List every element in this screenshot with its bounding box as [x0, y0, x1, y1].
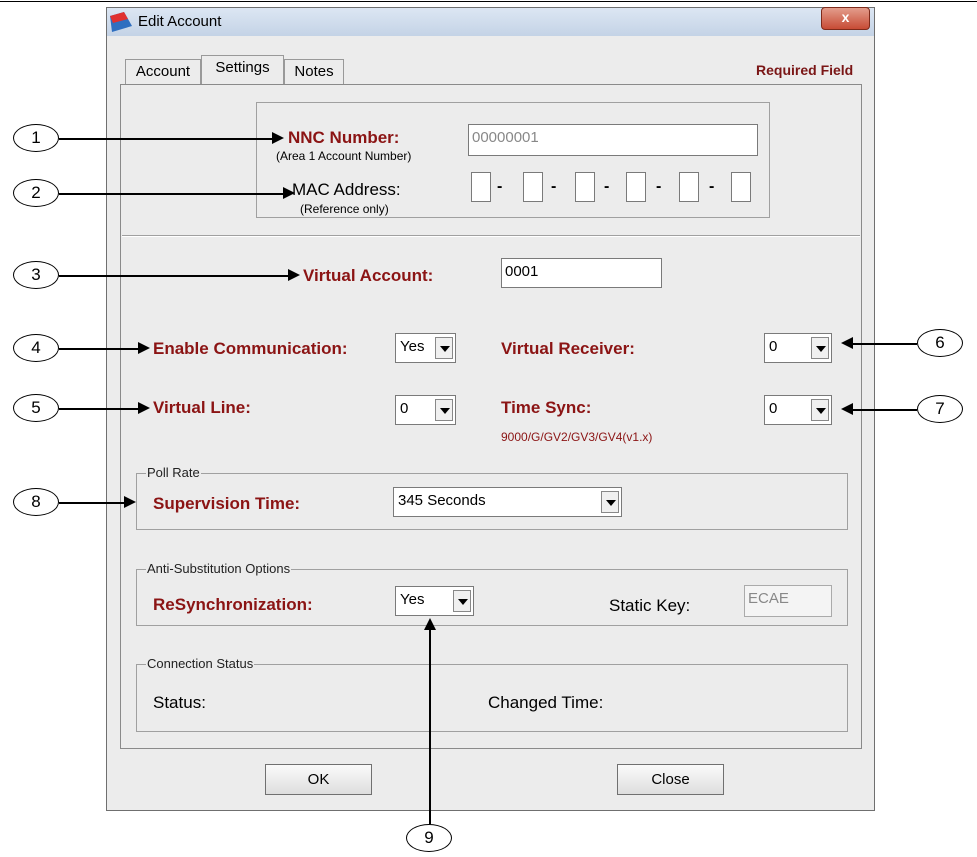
chevron-down-icon[interactable]	[811, 399, 829, 421]
mac-address-label: MAC Address:	[292, 180, 401, 199]
time-sync-select[interactable]: 0	[764, 395, 832, 425]
mac-address-sublabel: (Reference only)	[300, 202, 389, 216]
close-icon: x	[841, 9, 850, 25]
mac-octet-5[interactable]	[679, 172, 699, 202]
virtual-line-value: 0	[400, 400, 409, 417]
virtual-receiver-label: Virtual Receiver:	[501, 339, 635, 358]
virtual-receiver-value: 0	[769, 338, 778, 355]
callout-line	[59, 348, 138, 350]
section-divider	[122, 235, 860, 237]
callout-line	[59, 502, 124, 504]
callout-9: 9	[406, 824, 452, 852]
time-sync-value: 0	[769, 400, 778, 417]
anti-substitution-title: Anti-Substitution Options	[146, 561, 292, 576]
changed-time-label: Changed Time:	[488, 693, 604, 712]
virtual-line-label: Virtual Line:	[153, 398, 251, 417]
poll-rate-title: Poll Rate	[146, 465, 201, 480]
mac-separator: -	[709, 178, 715, 195]
callout-line	[853, 409, 917, 411]
arrow-left-icon	[841, 337, 853, 349]
arrow-right-icon	[124, 496, 136, 508]
callout-2: 2	[13, 179, 59, 207]
callout-line	[853, 343, 917, 345]
close-button[interactable]: Close	[617, 764, 724, 795]
tab-settings[interactable]: Settings	[201, 55, 284, 84]
close-window-button[interactable]: x	[821, 7, 870, 30]
static-key-label: Static Key:	[609, 596, 691, 615]
supervision-time-select[interactable]: 345 Seconds	[393, 487, 622, 517]
callout-6: 6	[917, 329, 963, 357]
time-sync-label: Time Sync:	[501, 398, 592, 417]
arrow-right-icon	[138, 342, 150, 354]
callout-line	[59, 193, 283, 195]
mac-octet-4[interactable]	[626, 172, 646, 202]
ok-button[interactable]: OK	[265, 764, 372, 795]
enable-communication-label: Enable Communication:	[153, 339, 348, 358]
virtual-account-label: Virtual Account:	[303, 266, 434, 285]
virtual-line-select[interactable]: 0	[395, 395, 456, 425]
callout-3: 3	[13, 261, 59, 289]
virtual-account-input[interactable]: 0001	[501, 258, 662, 288]
mac-separator: -	[604, 178, 610, 195]
nnc-number-label: NNC Number:	[288, 128, 400, 147]
arrow-left-icon	[841, 403, 853, 415]
supervision-time-value: 345 Seconds	[398, 492, 486, 509]
mac-separator: -	[656, 178, 662, 195]
tab-account[interactable]: Account	[125, 59, 201, 84]
callout-1: 1	[13, 124, 59, 152]
chevron-down-icon[interactable]	[601, 491, 619, 513]
callout-line	[429, 629, 431, 824]
mac-separator: -	[497, 178, 503, 195]
chevron-down-icon[interactable]	[435, 337, 453, 359]
arrow-right-icon	[283, 187, 295, 199]
top-border-line	[0, 1, 977, 2]
window-title: Edit Account	[138, 13, 222, 30]
arrow-right-icon	[288, 269, 300, 281]
mac-octet-2[interactable]	[523, 172, 543, 202]
connection-status-title: Connection Status	[146, 656, 255, 671]
static-key-input: ECAE	[744, 585, 832, 617]
enable-communication-value: Yes	[400, 338, 425, 355]
chevron-down-icon[interactable]	[453, 590, 471, 612]
callout-line	[59, 275, 288, 277]
resynchronization-select[interactable]: Yes	[395, 586, 474, 616]
required-field-note: Required Field	[756, 62, 854, 78]
title-bar	[107, 8, 874, 36]
virtual-receiver-select[interactable]: 0	[764, 333, 832, 363]
nnc-number-input[interactable]: 00000001	[468, 124, 758, 156]
mac-octet-6[interactable]	[731, 172, 751, 202]
resynchronization-label: ReSynchronization:	[153, 595, 313, 614]
callout-4: 4	[13, 334, 59, 362]
callout-line	[59, 408, 138, 410]
mac-octet-1[interactable]	[471, 172, 491, 202]
callout-7: 7	[917, 395, 963, 423]
callout-line	[59, 138, 272, 140]
enable-communication-select[interactable]: Yes	[395, 333, 456, 363]
time-sync-note: 9000/G/GV2/GV3/GV4(v1.x)	[501, 430, 653, 444]
chevron-down-icon[interactable]	[811, 337, 829, 359]
arrow-up-icon	[424, 618, 436, 630]
arrow-right-icon	[272, 132, 284, 144]
chevron-down-icon[interactable]	[435, 399, 453, 421]
callout-5: 5	[13, 394, 59, 422]
arrow-right-icon	[138, 402, 150, 414]
mac-octet-3[interactable]	[575, 172, 595, 202]
status-label: Status:	[153, 693, 206, 712]
nnc-number-sublabel: (Area 1 Account Number)	[276, 149, 412, 163]
resynchronization-value: Yes	[400, 591, 425, 608]
tab-notes[interactable]: Notes	[284, 59, 344, 84]
callout-8: 8	[13, 488, 59, 516]
app-icon	[110, 12, 132, 32]
mac-separator: -	[551, 178, 557, 195]
supervision-time-label: Supervision Time:	[153, 494, 301, 513]
